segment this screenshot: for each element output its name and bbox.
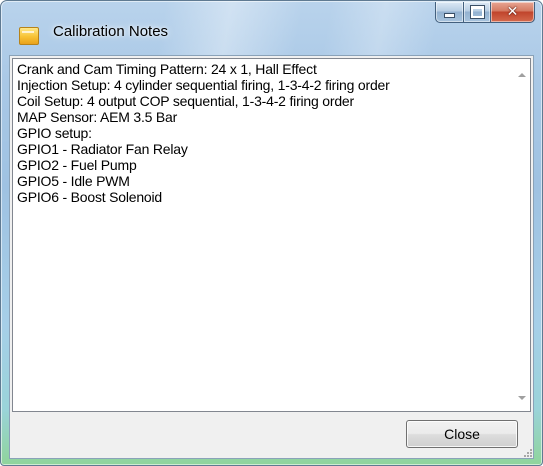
notes-textbox[interactable]: Crank and Cam Timing Pattern: 24 x 1, Ha… [12, 58, 531, 412]
notes-content: Crank and Cam Timing Pattern: 24 x 1, Ha… [17, 61, 510, 205]
note-line: MAP Sensor: AEM 3.5 Bar [17, 109, 178, 125]
resize-grip-icon[interactable] [522, 447, 532, 457]
vertical-scrollbar[interactable] [513, 59, 530, 411]
note-line: Injection Setup: 4 cylinder sequential f… [17, 77, 390, 93]
close-window-button[interactable]: ✕ [490, 2, 535, 23]
scroll-down-arrow-icon[interactable] [518, 396, 526, 400]
maximize-icon [469, 5, 485, 19]
minimize-button[interactable] [435, 2, 463, 23]
note-line: GPIO6 - Boost Solenoid [17, 189, 163, 205]
note-line: GPIO setup: [17, 125, 92, 141]
note-line: GPIO2 - Fuel Pump [17, 157, 137, 173]
close-icon: ✕ [506, 4, 519, 20]
window-title: Calibration Notes [53, 23, 169, 40]
note-line: Crank and Cam Timing Pattern: 24 x 1, Ha… [17, 61, 317, 77]
notes-app-icon[interactable] [19, 27, 39, 45]
note-line: GPIO1 - Radiator Fan Relay [17, 141, 188, 157]
scroll-up-arrow-icon[interactable] [518, 73, 526, 77]
minimize-icon [444, 13, 455, 18]
close-button[interactable]: Close [406, 420, 518, 448]
note-line: GPIO5 - Idle PWM [17, 173, 130, 189]
title-bar[interactable]: Calibration Notes ✕ [1, 1, 542, 55]
dialog-client-area: Crank and Cam Timing Pattern: 24 x 1, Ha… [9, 55, 534, 459]
calibration-notes-window: Calibration Notes ✕ Crank and Cam Timing… [0, 0, 543, 466]
note-line: Coil Setup: 4 output COP sequential, 1-3… [17, 93, 354, 109]
caption-buttons: ✕ [435, 2, 535, 23]
maximize-button[interactable] [463, 2, 490, 23]
